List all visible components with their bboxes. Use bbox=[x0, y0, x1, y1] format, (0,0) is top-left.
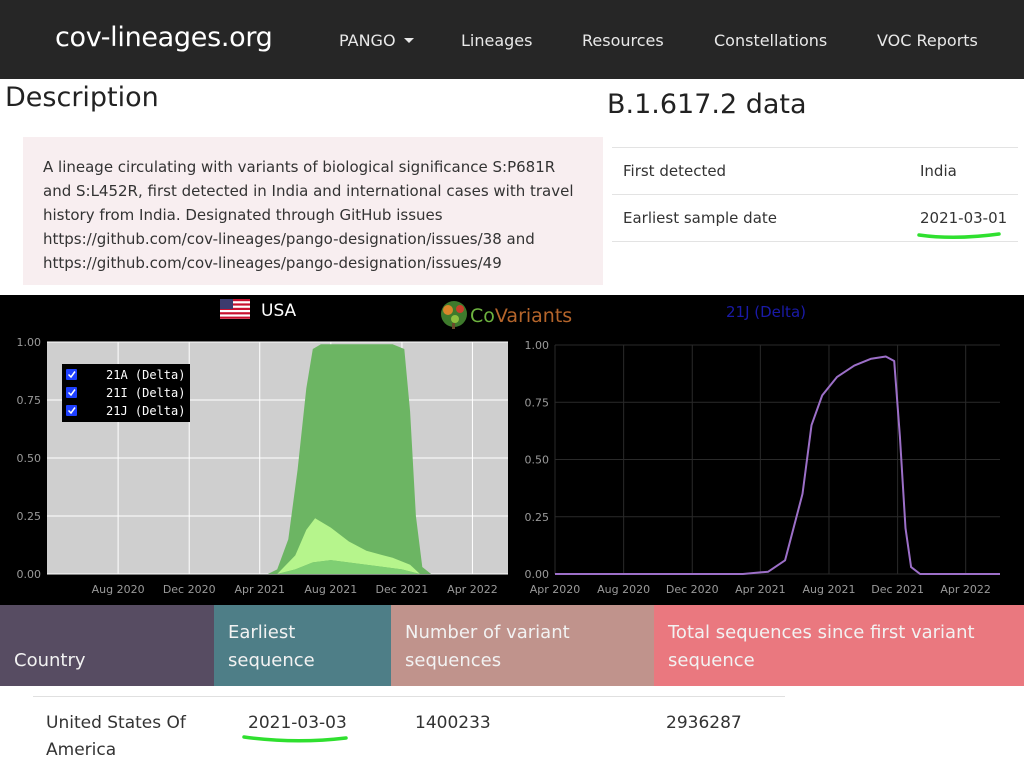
y-tick-label: 0.00 bbox=[525, 568, 550, 581]
x-tick-label: Apr 2022 bbox=[940, 583, 991, 596]
earliest-sample-date-value: 2021-03-01 bbox=[920, 209, 1008, 227]
description-heading: Description bbox=[5, 82, 159, 113]
checkbox-checked-icon[interactable] bbox=[66, 387, 77, 398]
total-sequences-cell: 2936287 bbox=[666, 713, 742, 733]
covariants-logo-text[interactable]: CoVariants bbox=[470, 305, 572, 327]
usa-chart-legend: 21A (Delta) 21I (Delta) 21J (Delta) bbox=[62, 364, 190, 422]
y-tick-label: 1.00 bbox=[17, 336, 42, 349]
legend-label: 21I (Delta) bbox=[106, 386, 185, 400]
divider bbox=[612, 147, 1018, 148]
x-tick-label: Apr 2022 bbox=[447, 583, 498, 596]
x-tick-label: Dec 2020 bbox=[163, 583, 216, 596]
description-line: history from India. Designated through G… bbox=[43, 206, 443, 224]
green-underline-annotation bbox=[917, 232, 1001, 240]
y-tick-label: 0.25 bbox=[17, 510, 42, 523]
nav-voc-reports[interactable]: VOC Reports bbox=[877, 31, 978, 50]
y-tick-label: 0.50 bbox=[525, 454, 550, 467]
nav-constellations[interactable]: Constellations bbox=[714, 31, 827, 50]
covariants-tree-logo-icon bbox=[441, 301, 467, 329]
earliest-sample-date-label: Earliest sample date bbox=[623, 209, 777, 227]
total-sequences-header[interactable]: Total sequences since first variant sequ… bbox=[654, 605, 1024, 686]
first-detected-label: First detected bbox=[623, 162, 727, 180]
y-tick-label: 0.00 bbox=[17, 568, 42, 581]
covariants-chart-panel: USA CoVariants 21J (Delta) 0.00 0.25 0.50 0… bbox=[0, 295, 1024, 605]
top-navbar: cov-lineages.org PANGO Lineages Resource… bbox=[0, 0, 1024, 79]
usa-flag-icon bbox=[220, 299, 250, 319]
nav-resources[interactable]: Resources bbox=[582, 31, 664, 50]
x-tick-label: Dec 2021 bbox=[376, 583, 429, 596]
divider bbox=[33, 696, 785, 697]
brand-logo[interactable]: cov-lineages.org bbox=[55, 22, 273, 53]
x-tick-label: Apr 2021 bbox=[234, 583, 285, 596]
country-header[interactable]: Country bbox=[0, 605, 214, 686]
description-box: A lineage circulating with variants of b… bbox=[23, 137, 603, 285]
y-tick-label: 0.75 bbox=[525, 396, 550, 409]
checkbox-checked-icon[interactable] bbox=[66, 369, 77, 380]
caret-down-icon bbox=[403, 38, 414, 43]
x-tick-label: Dec 2020 bbox=[666, 583, 719, 596]
divider bbox=[612, 194, 1018, 195]
nav-lineages[interactable]: Lineages bbox=[461, 31, 532, 50]
variant-sequences-header[interactable]: Number of variant sequences bbox=[391, 605, 654, 686]
legend-label: 21A (Delta) bbox=[106, 368, 185, 382]
description-line: and S:L452R, first detected in India and… bbox=[43, 182, 574, 200]
x-tick-label: Aug 2021 bbox=[304, 583, 357, 596]
country-cell: United States Of America bbox=[46, 713, 186, 760]
earliest-sequence-header[interactable]: Earliest sequence bbox=[214, 605, 391, 686]
first-detected-value: India bbox=[920, 162, 957, 180]
nav-pango-dropdown[interactable]: PANGO bbox=[339, 31, 414, 50]
legend-label: 21J (Delta) bbox=[106, 404, 185, 418]
covariants-charts: USA CoVariants 21J (Delta) 0.00 0.25 0.50 0… bbox=[17, 299, 1000, 596]
description-link[interactable]: https://github.com/cov-lineages/pango-de… bbox=[43, 227, 591, 251]
x-tick-label: Aug 2021 bbox=[802, 583, 855, 596]
x-tick-label: Dec 2021 bbox=[871, 583, 924, 596]
lineage-data-heading: B.1.617.2 data bbox=[607, 89, 807, 120]
checkbox-checked-icon[interactable] bbox=[66, 405, 77, 416]
nav-pango-label: PANGO bbox=[339, 31, 396, 50]
x-tick-label: Apr 2020 bbox=[530, 583, 581, 596]
x-tick-label: Apr 2021 bbox=[735, 583, 786, 596]
line-21j-delta bbox=[555, 355, 1000, 575]
description-line: A lineage circulating with variants of b… bbox=[43, 158, 556, 176]
delta-21j-chart-title: 21J (Delta) bbox=[726, 303, 806, 321]
x-tick-label: Aug 2020 bbox=[597, 583, 650, 596]
description-link[interactable]: https://github.com/cov-lineages/pango-de… bbox=[43, 251, 591, 275]
y-tick-label: 0.50 bbox=[17, 452, 42, 465]
y-tick-label: 0.25 bbox=[525, 511, 550, 524]
x-tick-label: Aug 2020 bbox=[92, 583, 145, 596]
usa-chart-title: USA bbox=[261, 301, 297, 321]
variant-sequences-cell: 1400233 bbox=[415, 713, 491, 733]
y-tick-label: 0.75 bbox=[17, 394, 42, 407]
green-underline-annotation bbox=[242, 735, 348, 743]
y-tick-label: 1.00 bbox=[525, 339, 550, 352]
